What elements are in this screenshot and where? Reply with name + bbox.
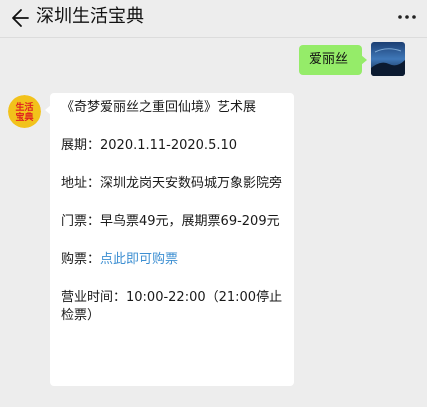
user-avatar-image [371,42,405,76]
back-arrow-icon[interactable] [8,7,30,29]
top-bar: 深圳生活宝典 [0,0,427,38]
outgoing-message-text: 爱丽丝 [309,52,349,67]
exhibition-dates: 展期：2020.1.11-2020.5.10 [61,138,238,153]
svg-text:生活: 生活 [15,101,33,113]
exhibition-title: 《奇梦爱丽丝之重回仙境》艺术展 [61,100,257,115]
svg-text:宝典: 宝典 [15,111,33,123]
outgoing-message-bubble[interactable]: 爱丽丝 [299,45,367,75]
opening-hours: 营业时间：10:00-22:00（21:00停止检票） [61,290,283,323]
incoming-message-bubble[interactable]: 《奇梦爱丽丝之重回仙境》艺术展 展期：2020.1.11-2020.5.10 地… [45,93,294,386]
exhibition-tickets: 门票：早鸟票49元，展期票69-209元 [61,214,280,229]
purchase-line: 购票：点此即可购票 [61,251,284,269]
purchase-link[interactable]: 点此即可购票 [100,252,178,267]
chat-title: 深圳生活宝典 [36,6,144,27]
purchase-label: 购票： [61,252,101,267]
more-dots-icon[interactable] [397,12,417,22]
user-avatar[interactable] [371,42,405,76]
exhibition-address: 地址：深圳龙岗天安数码城万象影院旁 [61,176,283,191]
bot-avatar-logo: 生活 宝典 [8,95,41,128]
bot-avatar[interactable]: 生活 宝典 [8,95,41,128]
